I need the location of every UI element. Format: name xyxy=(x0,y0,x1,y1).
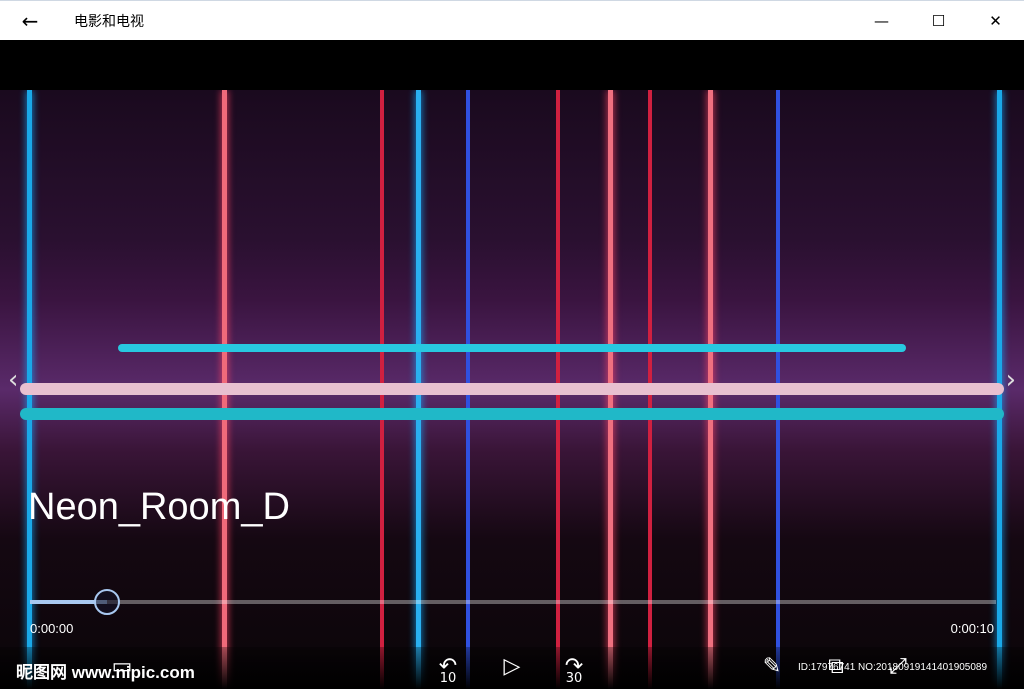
watermark-right: ID:17976741 NO:20180919141401905089 xyxy=(798,662,988,673)
current-time: 0:00:00 xyxy=(30,621,74,636)
watermark-left: 昵图网 www.nipic.com xyxy=(16,663,195,682)
app-title: 电影和电视 xyxy=(74,13,144,30)
back-button[interactable]: ← xyxy=(0,1,60,41)
pencil-icon: ✎ xyxy=(762,654,782,679)
close-button[interactable]: ✕ xyxy=(967,1,1024,41)
previous-button[interactable]: ‹ xyxy=(8,365,18,395)
minimize-button[interactable]: — xyxy=(853,1,910,41)
play-button[interactable]: ▷ xyxy=(494,654,530,679)
video-title: Neon_Room_D xyxy=(28,486,290,528)
duration: 0:00:10 xyxy=(950,621,994,636)
arrow-left-icon: ← xyxy=(21,8,39,33)
seek-bar[interactable] xyxy=(30,600,996,604)
rewind-button[interactable]: ↶ 10 xyxy=(430,654,466,686)
title-bar: ← 电影和电视 — ☐ ✕ xyxy=(0,0,1024,40)
play-icon: ▷ xyxy=(503,654,521,679)
edit-button[interactable]: ✎ xyxy=(754,654,790,679)
next-button[interactable]: › xyxy=(1006,365,1016,395)
maximize-button[interactable]: ☐ xyxy=(910,1,967,41)
forward-button[interactable]: ↷ 30 xyxy=(556,654,592,686)
